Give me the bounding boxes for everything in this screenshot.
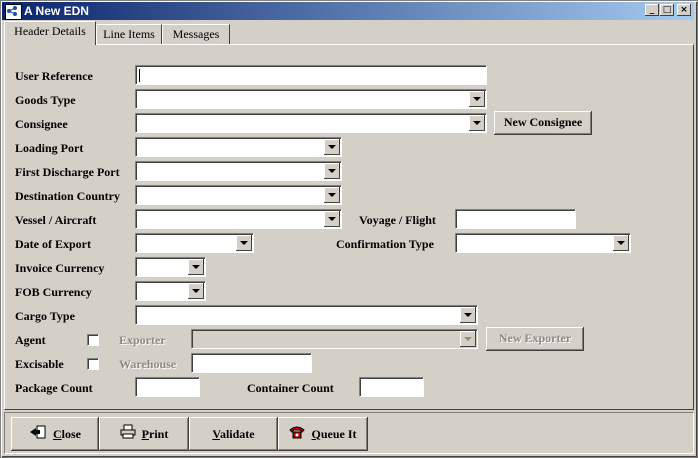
date-of-export-picker[interactable] <box>135 233 254 253</box>
print-button-mnemonic: P <box>141 427 149 441</box>
chevron-down-icon[interactable] <box>324 139 340 155</box>
chevron-down-icon[interactable] <box>613 235 629 251</box>
chevron-down-icon[interactable] <box>188 259 204 275</box>
queue-it-button[interactable]: Queue It <box>278 417 368 451</box>
loading-port-select[interactable] <box>135 137 342 157</box>
destination-country-label: Destination Country <box>15 189 121 203</box>
queue-it-button-label: ueue It <box>320 427 357 441</box>
excisable-checkbox[interactable] <box>87 358 99 370</box>
chevron-down-icon[interactable] <box>469 115 485 131</box>
tab-messages[interactable]: Messages <box>162 24 230 45</box>
confirmation-type-label: Confirmation Type <box>336 237 434 251</box>
first-discharge-port-select[interactable] <box>135 161 342 181</box>
chevron-down-icon[interactable] <box>188 283 204 299</box>
validate-button[interactable]: Validate <box>189 417 278 451</box>
chevron-down-icon[interactable] <box>324 163 340 179</box>
loading-port-label: Loading Port <box>15 141 84 155</box>
chevron-down-icon[interactable] <box>460 331 476 347</box>
voyage-flight-label: Voyage / Flight <box>359 213 436 227</box>
print-button-label: rint <box>149 427 169 441</box>
invoice-currency-label: Invoice Currency <box>15 261 105 275</box>
date-of-export-label: Date of Export <box>15 237 91 251</box>
close-window-button[interactable]: × <box>677 4 691 16</box>
vessel-aircraft-label: Vessel / Aircraft <box>15 213 97 227</box>
cargo-type-select[interactable] <box>135 305 478 325</box>
exporter-select[interactable] <box>191 329 478 349</box>
confirmation-type-select[interactable] <box>455 233 631 253</box>
close-button[interactable]: Close <box>11 417 99 451</box>
new-consignee-button[interactable]: New Consignee <box>494 111 592 135</box>
tab-header-details[interactable]: Header Details <box>4 21 96 45</box>
invoice-currency-select[interactable] <box>135 257 206 277</box>
app-icon <box>5 4 22 20</box>
first-discharge-port-label: First Discharge Port <box>15 165 120 179</box>
excisable-label: Excisable <box>15 357 64 371</box>
warehouse-input[interactable] <box>191 353 312 373</box>
destination-country-select[interactable] <box>135 185 342 205</box>
chevron-down-icon[interactable] <box>236 235 252 251</box>
title-bar[interactable]: A New EDN _ □ × <box>2 2 694 20</box>
goods-type-select[interactable] <box>135 89 487 109</box>
package-count-input[interactable] <box>135 377 200 397</box>
maximize-button[interactable]: □ <box>660 4 674 16</box>
fob-currency-select[interactable] <box>135 281 206 301</box>
vessel-aircraft-select[interactable] <box>135 209 342 229</box>
close-button-mnemonic: C <box>52 427 62 441</box>
goods-type-label: Goods Type <box>15 93 76 107</box>
user-reference-label: User Reference <box>15 69 93 83</box>
warehouse-label: Warehouse <box>119 357 177 371</box>
voyage-flight-input[interactable] <box>455 209 576 229</box>
exporter-label: Exporter <box>119 333 166 347</box>
user-reference-input[interactable] <box>135 65 487 85</box>
window-title: A New EDN <box>24 4 89 18</box>
phone-icon <box>289 418 306 452</box>
cargo-type-label: Cargo Type <box>15 309 75 323</box>
text-caret <box>139 69 140 82</box>
printer-icon <box>120 418 136 452</box>
container-count-label: Container Count <box>247 381 334 395</box>
chevron-down-icon[interactable] <box>460 307 476 323</box>
container-count-input[interactable] <box>359 377 424 397</box>
chevron-down-icon[interactable] <box>324 187 340 203</box>
print-button[interactable]: Print <box>99 417 189 451</box>
close-button-label: lose <box>61 427 81 441</box>
tab-line-items[interactable]: Line Items <box>96 24 162 45</box>
package-count-label: Package Count <box>15 381 93 395</box>
new-exporter-button[interactable]: New Exporter <box>486 327 584 351</box>
chevron-down-icon[interactable] <box>324 211 340 227</box>
fob-currency-label: FOB Currency <box>15 285 92 299</box>
consignee-label: Consignee <box>15 117 68 131</box>
minimize-button[interactable]: _ <box>645 4 659 16</box>
chevron-down-icon[interactable] <box>469 91 485 107</box>
queue-it-button-mnemonic: Q <box>311 427 321 441</box>
agent-label: Agent <box>15 333 46 347</box>
consignee-select[interactable] <box>135 113 487 133</box>
close-door-icon <box>29 418 47 452</box>
agent-checkbox[interactable] <box>87 334 99 346</box>
validate-button-mnemonic: V <box>212 427 220 441</box>
validate-button-label: alidate <box>219 427 255 441</box>
